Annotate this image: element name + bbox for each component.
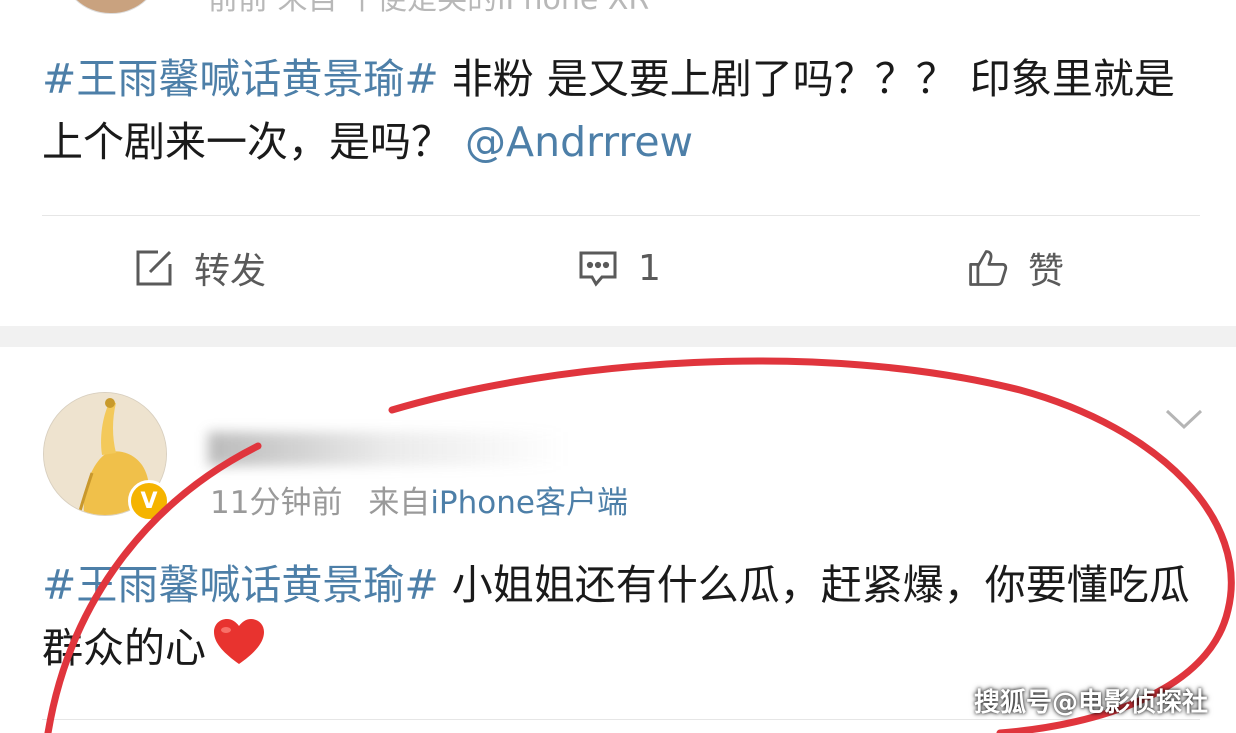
verified-badge: V [128,480,170,522]
comment-button[interactable]: 1 [576,232,661,304]
hashtag-link[interactable]: #王雨馨喊话黄景瑜# [42,561,439,609]
comment-icon [576,246,620,290]
like-button[interactable]: 赞 [966,232,1064,304]
mention-link[interactable]: @Andrrrew [465,118,693,166]
weibo-post-2: V 11分钟前 来自iPhone客户端 #王雨馨喊话黄景瑜# 小姐姐还有什么瓜，… [0,347,1236,733]
watermark: 搜狐号@电影侦探社 [973,688,1208,718]
post-source[interactable]: iPhone客户端 [430,485,628,521]
edit-share-icon [132,246,176,290]
repost-button[interactable]: 转发 [132,232,266,304]
hashtag-link[interactable]: #王雨馨喊话黄景瑜# [42,55,439,103]
divider [42,215,1200,216]
like-label: 赞 [1028,251,1065,292]
post-meta: 11分钟前 来自iPhone客户端 [210,477,628,522]
post-body: #王雨馨喊话黄景瑜# 非粉 是又要上剧了吗？？？ 印象里就是上个剧来一次，是吗？… [42,48,1192,174]
post-separator [0,326,1236,347]
post-body: #王雨馨喊话黄景瑜# 小姐姐还有什么瓜，赶紧爆，你要懂吃瓜群众的心 [42,554,1192,684]
divider [42,719,1200,720]
post-meta: 前前 来自 千便是笑的iPhone XR [208,0,649,18]
avatar[interactable] [60,0,162,14]
post-time: 11分钟前 [210,485,343,521]
chevron-down-icon[interactable] [1164,405,1204,435]
repost-label: 转发 [194,251,267,292]
username-redacted [208,432,568,466]
thumbs-up-icon [966,246,1010,290]
comment-count: 1 [638,247,661,289]
action-bar: 转发 1 赞 [0,232,1236,304]
heart-icon [212,618,266,684]
source-prefix: 来自 [368,485,431,521]
weibo-post-1: 前前 来自 千便是笑的iPhone XR #王雨馨喊话黄景瑜# 非粉 是又要上剧… [0,0,1236,326]
